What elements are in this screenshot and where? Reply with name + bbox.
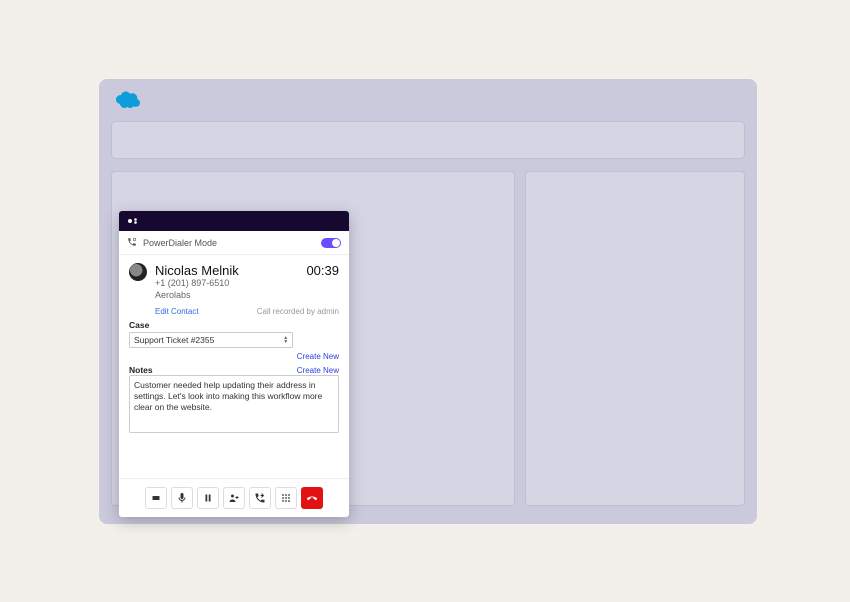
titlebar — [99, 79, 757, 121]
notes-label: Notes — [129, 365, 153, 375]
contact-name: Nicolas Melnik — [155, 263, 239, 278]
notes-textarea[interactable] — [129, 375, 339, 433]
contact-phone: +1 (201) 897-6510 — [155, 278, 239, 290]
select-caret-icon: ▲▼ — [281, 334, 291, 346]
call-timer: 00:39 — [306, 263, 339, 278]
hold-button[interactable] — [197, 487, 219, 509]
salesforce-cloud-icon — [113, 90, 143, 110]
dialer-header — [119, 211, 349, 231]
call-controls — [119, 478, 349, 517]
mute-button[interactable] — [171, 487, 193, 509]
avatar — [129, 263, 147, 281]
case-select[interactable]: Support Ticket #2355 — [129, 332, 293, 348]
contact-block: Nicolas Melnik +1 (201) 897-6510 Aerolab… — [119, 255, 349, 303]
dialpad-brand-icon — [127, 215, 139, 227]
case-selected-value: Support Ticket #2355 — [134, 335, 214, 345]
powerdialer-toggle[interactable] — [321, 238, 341, 248]
case-label: Case — [129, 320, 339, 330]
dialer-widget: PowerDialer Mode Nicolas Melnik +1 (201)… — [119, 211, 349, 517]
toolbar-placeholder — [111, 121, 745, 159]
transfer-button[interactable] — [249, 487, 271, 509]
recorded-label: Call recorded by admin — [257, 307, 339, 316]
notes-create-new-link[interactable]: Create New — [297, 366, 339, 375]
add-participant-button[interactable] — [223, 487, 245, 509]
contact-company: Aerolabs — [155, 290, 239, 302]
powerdialer-label: PowerDialer Mode — [143, 238, 217, 248]
edit-contact-link[interactable]: Edit Contact — [155, 307, 199, 316]
phone-settings-icon — [127, 237, 137, 249]
dialpad-button[interactable] — [275, 487, 297, 509]
end-call-button[interactable] — [301, 487, 323, 509]
case-create-new-link[interactable]: Create New — [297, 332, 339, 361]
right-panel — [525, 171, 745, 506]
powerdialer-row: PowerDialer Mode — [119, 231, 349, 255]
record-button[interactable] — [145, 487, 167, 509]
